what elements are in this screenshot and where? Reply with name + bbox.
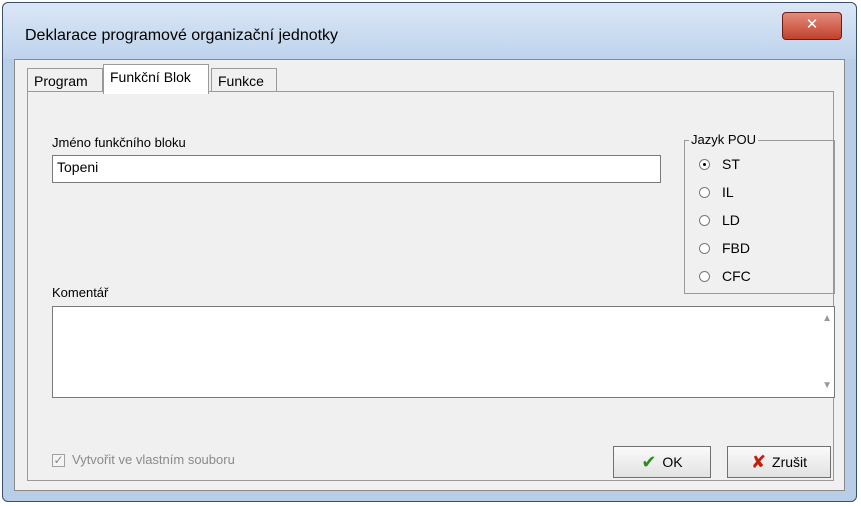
scroll-up-icon[interactable]: ▲: [822, 313, 832, 324]
tab-program[interactable]: Program: [27, 68, 103, 92]
ok-label: OK: [662, 454, 683, 470]
own-file-label: Vytvořit ve vlastním souboru: [72, 452, 235, 467]
radio-label: FBD: [722, 240, 750, 256]
radio-button-icon: [699, 242, 710, 254]
radio-label: IL: [722, 184, 734, 200]
radio-fbd[interactable]: FBD: [699, 238, 750, 258]
title-bar[interactable]: Deklarace programové organizační jednotk…: [3, 3, 856, 59]
cross-icon: ✘: [750, 451, 767, 472]
close-icon: ✕: [805, 16, 819, 33]
close-button[interactable]: ✕: [782, 12, 842, 40]
language-group-title: Jazyk POU: [689, 132, 759, 147]
cancel-button[interactable]: ✘ Zrušit: [727, 446, 831, 478]
own-file-checkbox[interactable]: ✓: [52, 454, 65, 467]
tab-label: Funkční Blok: [110, 69, 191, 85]
radio-label: ST: [722, 156, 740, 172]
dialog-client-area: Program Funkční Blok Funkce Jméno funkčn…: [14, 59, 845, 491]
tab-funkce[interactable]: Funkce: [211, 68, 277, 92]
scroll-down-icon[interactable]: ▼: [822, 380, 832, 391]
comment-label: Komentář: [52, 285, 109, 300]
radio-st[interactable]: ST: [699, 154, 740, 174]
tab-funkcni-blok[interactable]: Funkční Blok: [103, 64, 209, 94]
name-label: Jméno funkčního bloku: [52, 135, 186, 150]
radio-cfc[interactable]: CFC: [699, 266, 751, 286]
window-title: Deklarace programové organizační jednotk…: [25, 27, 339, 44]
comment-field[interactable]: ▲ ▼: [52, 306, 835, 398]
radio-label: CFC: [722, 268, 751, 284]
radio-button-icon: [699, 186, 710, 198]
tab-label: Program: [34, 73, 88, 89]
language-groupbox: Jazyk POU ST IL LD FBD CFC: [684, 132, 835, 294]
radio-label: LD: [722, 212, 740, 228]
ok-button[interactable]: ✔ OK: [613, 446, 711, 478]
name-field[interactable]: Topeni: [52, 155, 661, 183]
radio-button-icon: [699, 214, 710, 226]
tab-label: Funkce: [218, 73, 264, 89]
dialog-window: Deklarace programové organizační jednotk…: [2, 2, 857, 502]
radio-button-icon: [699, 158, 710, 170]
checkmark-icon: ✔: [641, 451, 657, 472]
radio-button-icon: [699, 270, 710, 282]
tab-panel: Jméno funkčního bloku Topeni Jazyk POU S…: [27, 91, 835, 481]
radio-ld[interactable]: LD: [699, 210, 740, 230]
cancel-label: Zrušit: [772, 454, 808, 470]
radio-il[interactable]: IL: [699, 182, 734, 202]
